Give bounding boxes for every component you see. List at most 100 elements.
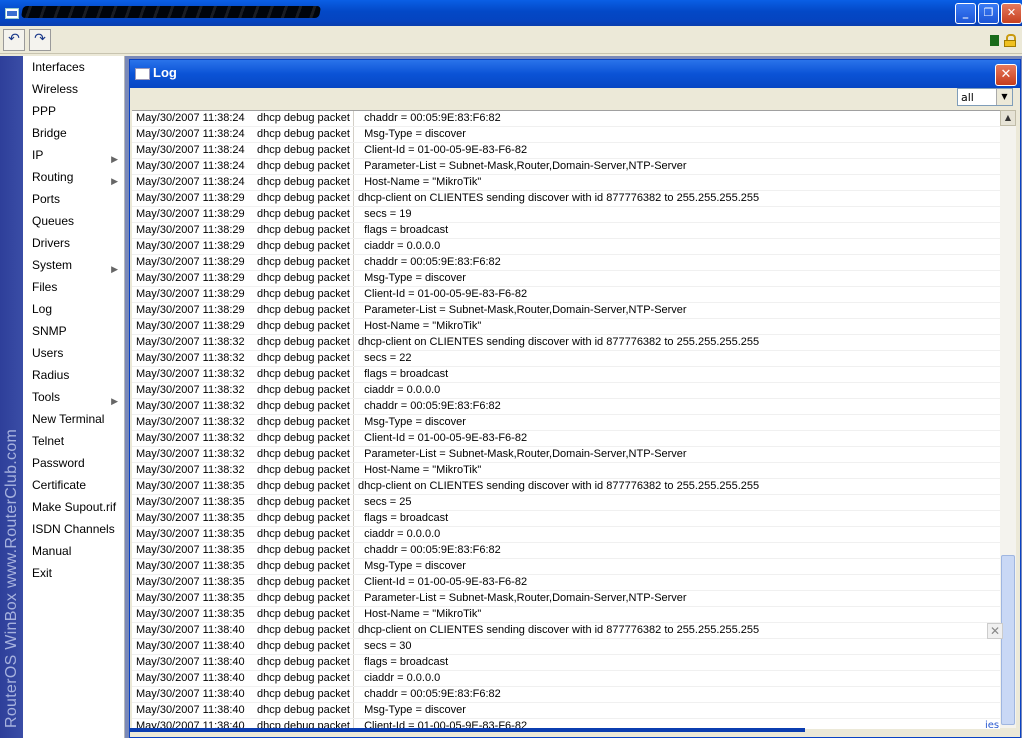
partial-link[interactable]: ies <box>985 720 999 731</box>
close-button[interactable]: ✕ <box>1001 3 1022 24</box>
menu-item-log[interactable]: Log <box>23 298 124 320</box>
log-row[interactable]: May/30/2007 11:38:35 dhcp debug packet se… <box>132 495 1000 511</box>
log-row[interactable]: May/30/2007 11:38:40 dhcp debug packet Ms… <box>132 703 1000 719</box>
redo-button[interactable]: ↷ <box>29 29 51 51</box>
log-row[interactable]: May/30/2007 11:38:24 dhcp debug packet Pa… <box>132 159 1000 175</box>
log-topic: dhcp debug packet <box>257 224 350 236</box>
log-row[interactable]: May/30/2007 11:38:32 dhcp debug packet dhc… <box>132 335 1000 351</box>
log-row[interactable]: May/30/2007 11:38:32 dhcp debug packet Ho… <box>132 463 1000 479</box>
menu-item-make-supout-rif[interactable]: Make Supout.rif <box>23 496 124 518</box>
chevron-down-icon[interactable]: ▼ <box>996 89 1012 105</box>
log-row[interactable]: May/30/2007 11:38:35 dhcp debug packet ci… <box>132 527 1000 543</box>
log-row[interactable]: May/30/2007 11:38:29 dhcp debug packet ci… <box>132 239 1000 255</box>
column-separator <box>353 255 354 270</box>
log-topic: dhcp debug packet <box>257 304 350 316</box>
log-row[interactable]: May/30/2007 11:38:35 dhcp debug packet Pa… <box>132 591 1000 607</box>
menu-item-queues[interactable]: Queues <box>23 210 124 232</box>
log-time: May/30/2007 11:38:29 <box>136 272 245 284</box>
menu-item-label: SNMP <box>32 324 67 338</box>
menu-item-wireless[interactable]: Wireless <box>23 78 124 100</box>
log-topic: dhcp debug packet <box>257 176 350 188</box>
log-row[interactable]: May/30/2007 11:38:40 dhcp debug packet ch… <box>132 687 1000 703</box>
menu-item-new-terminal[interactable]: New Terminal <box>23 408 124 430</box>
log-topic: dhcp debug packet <box>257 160 350 172</box>
log-row[interactable]: May/30/2007 11:38:29 dhcp debug packet Ho… <box>132 319 1000 335</box>
log-filter-select[interactable]: all ▼ <box>957 88 1013 106</box>
menu-item-label: PPP <box>32 104 57 118</box>
log-row[interactable]: May/30/2007 11:38:40 dhcp debug packet se… <box>132 639 1000 655</box>
menu-item-files[interactable]: Files <box>23 276 124 298</box>
log-row[interactable]: May/30/2007 11:38:24 dhcp debug packet Ho… <box>132 175 1000 191</box>
menu-item-users[interactable]: Users <box>23 342 124 364</box>
log-row[interactable]: May/30/2007 11:38:35 dhcp debug packet Ms… <box>132 559 1000 575</box>
log-row[interactable]: May/30/2007 11:38:35 dhcp debug packet ch… <box>132 543 1000 559</box>
log-row[interactable]: May/30/2007 11:38:29 dhcp debug packet ch… <box>132 255 1000 271</box>
scroll-up-arrow-icon[interactable]: ▲ <box>1000 110 1016 126</box>
menu-item-radius[interactable]: Radius <box>23 364 124 386</box>
log-row[interactable]: May/30/2007 11:38:40 dhcp debug packet fl… <box>132 655 1000 671</box>
menu-item-password[interactable]: Password <box>23 452 124 474</box>
log-time: May/30/2007 11:38:29 <box>136 288 245 300</box>
menu-item-ppp[interactable]: PPP <box>23 100 124 122</box>
log-row[interactable]: May/30/2007 11:38:35 dhcp debug packet Cl… <box>132 575 1000 591</box>
log-time: May/30/2007 11:38:32 <box>136 432 245 444</box>
log-row[interactable]: May/30/2007 11:38:24 dhcp debug packet Ms… <box>132 127 1000 143</box>
menu-item-tools[interactable]: Tools ▶ <box>23 386 124 408</box>
column-separator <box>353 143 354 158</box>
log-row[interactable]: May/30/2007 11:38:29 dhcp debug packet Pa… <box>132 303 1000 319</box>
menu-item-exit[interactable]: Exit <box>23 562 124 584</box>
column-separator <box>353 623 354 638</box>
log-row[interactable]: May/30/2007 11:38:40 dhcp debug packet ci… <box>132 671 1000 687</box>
log-row[interactable]: May/30/2007 11:38:24 dhcp debug packet Cl… <box>132 143 1000 159</box>
log-row[interactable]: May/30/2007 11:38:35 dhcp debug packet dhc… <box>132 479 1000 495</box>
log-topic: dhcp debug packet <box>257 640 350 652</box>
log-row[interactable]: May/30/2007 11:38:32 dhcp debug packet se… <box>132 351 1000 367</box>
app-title-bar[interactable]: _ ❐ ✕ <box>0 0 1022 26</box>
log-time: May/30/2007 11:38:35 <box>136 592 245 604</box>
restore-button[interactable]: ❐ <box>978 3 999 24</box>
menu-item-label: Ports <box>32 192 61 206</box>
log-title-bar[interactable]: Log ✕ <box>130 60 1020 88</box>
log-row[interactable]: May/30/2007 11:38:29 dhcp debug packet fl… <box>132 223 1000 239</box>
menu-item-interfaces[interactable]: Interfaces <box>23 56 124 78</box>
menu-item-certificate[interactable]: Certificate <box>23 474 124 496</box>
menu-item-system[interactable]: System ▶ <box>23 254 124 276</box>
column-separator <box>353 239 354 254</box>
log-row[interactable]: May/30/2007 11:38:29 dhcp debug packet Ms… <box>132 271 1000 287</box>
log-topic: dhcp debug packet <box>257 448 350 460</box>
log-row[interactable]: May/30/2007 11:38:29 dhcp debug packet Cl… <box>132 287 1000 303</box>
log-row[interactable]: May/30/2007 11:38:32 dhcp debug packet ci… <box>132 383 1000 399</box>
log-time: May/30/2007 11:38:29 <box>136 192 245 204</box>
menu-item-ports[interactable]: Ports <box>23 188 124 210</box>
menu-item-isdn-channels[interactable]: ISDN Channels <box>23 518 124 540</box>
log-message: Parameter-List = Subnet-Mask,Router,Doma… <box>358 448 687 460</box>
log-row[interactable]: May/30/2007 11:38:40 dhcp debug packet dhc… <box>132 623 1000 639</box>
menu-item-drivers[interactable]: Drivers <box>23 232 124 254</box>
log-list[interactable]: May/30/2007 11:38:24 dhcp debug packet ch… <box>132 110 1000 729</box>
log-row[interactable]: May/30/2007 11:38:29 dhcp debug packet se… <box>132 207 1000 223</box>
log-close-button[interactable]: ✕ <box>995 64 1017 86</box>
log-row[interactable]: May/30/2007 11:38:32 dhcp debug packet ch… <box>132 399 1000 415</box>
menu-item-manual[interactable]: Manual <box>23 540 124 562</box>
menu-item-label: Drivers <box>32 236 70 250</box>
log-time: May/30/2007 11:38:40 <box>136 640 245 652</box>
menu-item-ip[interactable]: IP ▶ <box>23 144 124 166</box>
log-row[interactable]: May/30/2007 11:38:32 dhcp debug packet Ms… <box>132 415 1000 431</box>
log-row[interactable]: May/30/2007 11:38:24 dhcp debug packet ch… <box>132 111 1000 127</box>
log-topic: dhcp debug packet <box>257 192 350 204</box>
log-row[interactable]: May/30/2007 11:38:32 dhcp debug packet Cl… <box>132 431 1000 447</box>
menu-item-telnet[interactable]: Telnet <box>23 430 124 452</box>
log-row[interactable]: May/30/2007 11:38:32 dhcp debug packet fl… <box>132 367 1000 383</box>
log-row[interactable]: May/30/2007 11:38:29 dhcp debug packet dhc… <box>132 191 1000 207</box>
menu-item-snmp[interactable]: SNMP <box>23 320 124 342</box>
menu-item-label: New Terminal <box>32 412 105 426</box>
popup-close-icon[interactable]: ✕ <box>987 623 1003 639</box>
log-row[interactable]: May/30/2007 11:38:32 dhcp debug packet Pa… <box>132 447 1000 463</box>
log-row[interactable]: May/30/2007 11:38:35 dhcp debug packet Ho… <box>132 607 1000 623</box>
minimize-button[interactable]: _ <box>955 3 976 24</box>
menu-item-routing[interactable]: Routing ▶ <box>23 166 124 188</box>
scroll-thumb[interactable] <box>1001 555 1015 725</box>
undo-button[interactable]: ↶ <box>3 29 25 51</box>
menu-item-bridge[interactable]: Bridge <box>23 122 124 144</box>
log-row[interactable]: May/30/2007 11:38:35 dhcp debug packet fl… <box>132 511 1000 527</box>
